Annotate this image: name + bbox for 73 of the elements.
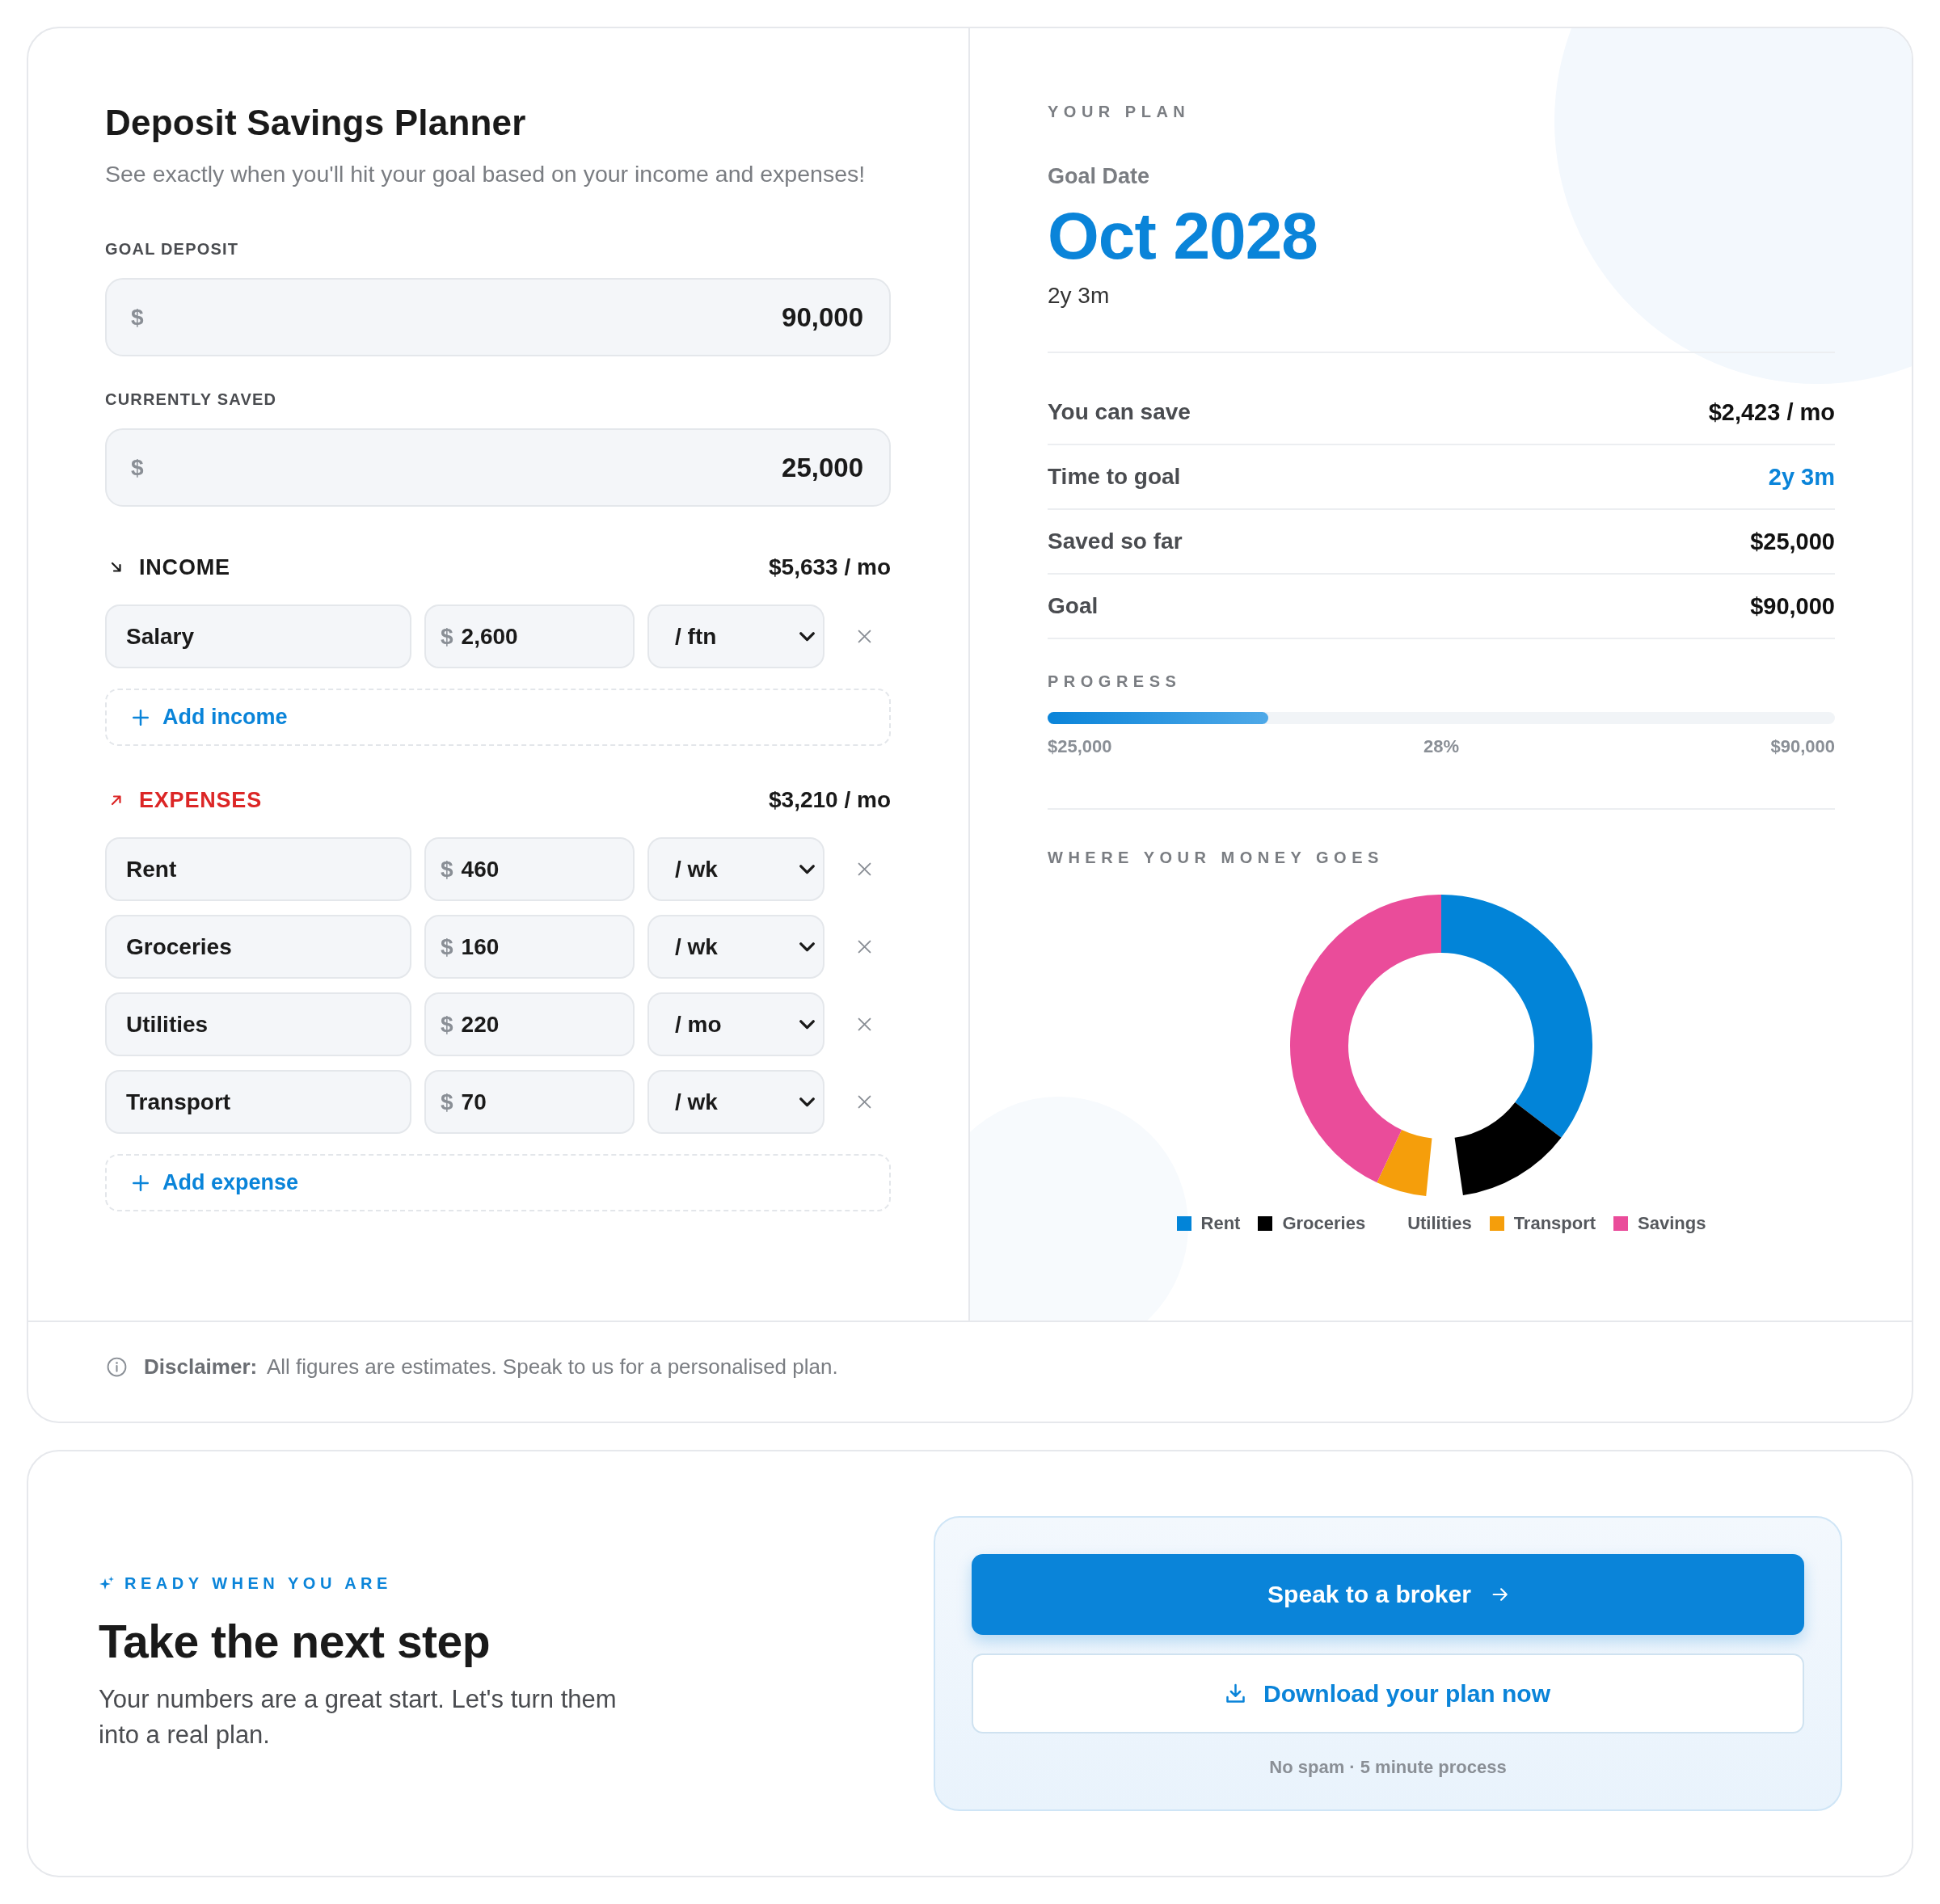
field-label: GOAL DEPOSIT — [105, 239, 239, 259]
close-icon[interactable] — [857, 862, 871, 876]
legend-label: Savings — [1638, 1213, 1706, 1234]
section-total: $5,633 / mo — [769, 554, 891, 580]
close-icon[interactable] — [857, 1095, 871, 1109]
period-select[interactable]: / wk — [647, 837, 824, 901]
amount-input-field[interactable]: $ 220 — [424, 992, 635, 1056]
close-icon[interactable] — [857, 1017, 871, 1031]
legend-label: Transport — [1513, 1213, 1596, 1234]
period-select[interactable]: / wk — [647, 1070, 824, 1134]
progress-start-label: $25,000 — [1048, 736, 1112, 757]
chevron-down-icon — [799, 1097, 815, 1107]
name-input-field[interactable]: Utilities — [105, 992, 411, 1056]
close-icon[interactable] — [857, 940, 871, 954]
stat-value: $90,000 — [1750, 592, 1835, 620]
legend-label: Utilities — [1407, 1213, 1472, 1234]
cta-eyebrow: READY WHEN YOU ARE — [124, 1574, 392, 1593]
planner-subtitle: See exactly when you'll hit your goal based on your income and expenses! — [105, 160, 866, 187]
legend-label: Groceries — [1282, 1213, 1366, 1234]
download-plan-button[interactable]: Download your plan now — [972, 1653, 1804, 1733]
arrow-down-right-icon — [110, 561, 123, 574]
period-select[interactable]: / mo — [647, 992, 824, 1056]
stat-label: You can save — [1048, 399, 1191, 425]
amount-input-field[interactable]: $ 460 — [424, 837, 635, 901]
stat-value: $25,000 — [1750, 528, 1835, 555]
goal-date-label: Goal Date — [1048, 163, 1150, 189]
period-select[interactable]: / wk — [647, 915, 824, 979]
arrow-up-right-icon — [110, 794, 123, 807]
cta-text: Your numbers are a great start. Let's turn them into a real plan. — [99, 1684, 618, 1750]
section-title: EXPENSES — [139, 787, 262, 813]
chevron-down-icon — [799, 1019, 815, 1030]
close-icon[interactable] — [857, 630, 871, 643]
field-label: CURRENTLY SAVED — [105, 390, 277, 409]
stat-value: 2y 3m — [1768, 463, 1835, 491]
progress-end-label: $90,000 — [1770, 736, 1835, 757]
name-input-field[interactable]: Salary — [105, 604, 411, 668]
section-total: $3,210 / mo — [769, 787, 891, 813]
stat-value: $2,423 / mo — [1708, 398, 1835, 426]
add-row-button[interactable]: Add income — [105, 689, 891, 746]
period-select[interactable]: / ftn — [647, 604, 824, 668]
amount-input-field[interactable]: $ 160 — [424, 915, 635, 979]
plus-icon — [133, 1174, 149, 1191]
amount-input-field[interactable]: $ 2,600 — [424, 604, 635, 668]
cta-note: No spam · 5 minute process — [1269, 1756, 1507, 1779]
amount-input-field[interactable]: $ 70 — [424, 1070, 635, 1134]
speak-to-broker-button[interactable]: Speak to a broker — [972, 1554, 1804, 1635]
disclaimer-text: Disclaimer: All figures are estimates. Speak to us for a personalised plan. — [144, 1354, 838, 1379]
section-eyebrow: YOUR PLAN — [1048, 102, 1191, 121]
name-input-field[interactable]: Groceries — [105, 915, 411, 979]
stat-label: Time to goal — [1048, 464, 1181, 490]
info-icon — [107, 1356, 127, 1377]
goal-date: Oct 2028 — [1048, 200, 1318, 272]
amount-input-field[interactable]: $ 25,000 — [105, 428, 891, 507]
add-row-button[interactable]: Add expense — [105, 1154, 891, 1211]
arrow-right-icon — [1491, 1587, 1508, 1602]
download-icon — [1225, 1683, 1246, 1704]
name-input-field[interactable]: Transport — [105, 1070, 411, 1134]
section-title: INCOME — [139, 554, 230, 580]
section-eyebrow: WHERE YOUR MONEY GOES — [1048, 848, 1384, 867]
planner-title: Deposit Savings Planner — [105, 102, 526, 144]
legend-label: Rent — [1200, 1213, 1241, 1234]
stat-label: Saved so far — [1048, 529, 1183, 554]
cta-title: Take the next step — [99, 1615, 491, 1667]
chevron-down-icon — [799, 941, 815, 952]
chevron-down-icon — [799, 864, 815, 874]
plus-icon — [133, 709, 149, 726]
amount-input-field[interactable]: $ 90,000 — [105, 278, 891, 356]
chevron-down-icon — [799, 631, 815, 642]
name-input-field[interactable]: Rent — [105, 837, 411, 901]
progress-percent: 28% — [1423, 736, 1459, 757]
section-eyebrow: PROGRESS — [1048, 672, 1182, 691]
duration-text: 2y 3m — [1048, 282, 1110, 310]
stat-label: Goal — [1048, 593, 1099, 619]
